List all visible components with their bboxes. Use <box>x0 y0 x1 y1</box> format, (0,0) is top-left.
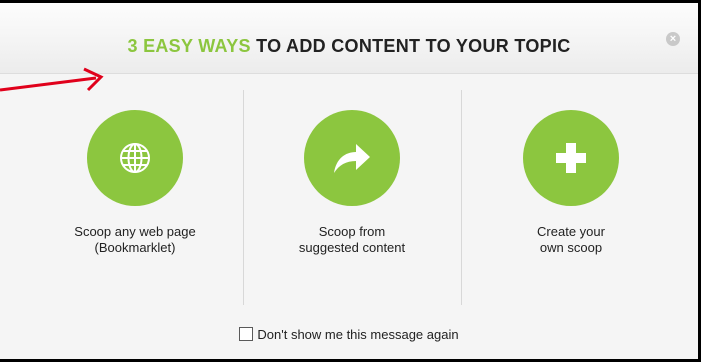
share-arrow-icon <box>334 144 370 173</box>
option-suggested-content[interactable]: Scoop from suggested content <box>252 110 452 256</box>
frame-border-top <box>0 0 701 3</box>
option-icon-circle <box>304 110 400 206</box>
title-accent: 3 EASY WAYS <box>127 36 251 56</box>
divider <box>461 90 462 305</box>
title-rest: TO ADD CONTENT TO YOUR TOPIC <box>250 36 571 56</box>
close-icon: × <box>669 33 677 45</box>
option-label-line2: suggested content <box>298 240 406 255</box>
dialog-title: 3 EASY WAYS TO ADD CONTENT TO YOUR TOPIC <box>0 36 698 57</box>
option-label: Scoop from suggested content <box>252 224 452 256</box>
globe-icon <box>120 143 150 173</box>
option-label-line2: (Bookmarklet) <box>94 240 176 255</box>
divider <box>243 90 244 305</box>
option-label-line1: Scoop from <box>318 224 386 239</box>
option-label-line2: own scoop <box>539 240 603 255</box>
option-icon-circle <box>87 110 183 206</box>
option-label: Create your own scoop <box>471 224 671 256</box>
option-label-line1: Scoop any web page <box>74 224 196 239</box>
close-button[interactable]: × <box>666 32 680 46</box>
dialog-header: 3 EASY WAYS TO ADD CONTENT TO YOUR TOPIC… <box>0 3 698 74</box>
option-label: Scoop any web page (Bookmarklet) <box>35 224 235 256</box>
annotation-arrow <box>0 67 104 92</box>
dont-show-again-label[interactable]: Don't show me this message again <box>257 327 458 342</box>
option-label-line1: Create your <box>537 224 605 239</box>
dont-show-again-checkbox[interactable] <box>239 327 254 341</box>
dialog-footer: Don't show me this message again <box>0 327 698 342</box>
add-content-dialog: 3 EASY WAYS TO ADD CONTENT TO YOUR TOPIC… <box>0 0 701 362</box>
option-create-scoop[interactable]: Create your own scoop <box>471 110 671 256</box>
option-bookmarklet[interactable]: Scoop any web page (Bookmarklet) <box>35 110 235 256</box>
plus-icon <box>556 143 586 173</box>
option-icon-circle <box>523 110 619 206</box>
